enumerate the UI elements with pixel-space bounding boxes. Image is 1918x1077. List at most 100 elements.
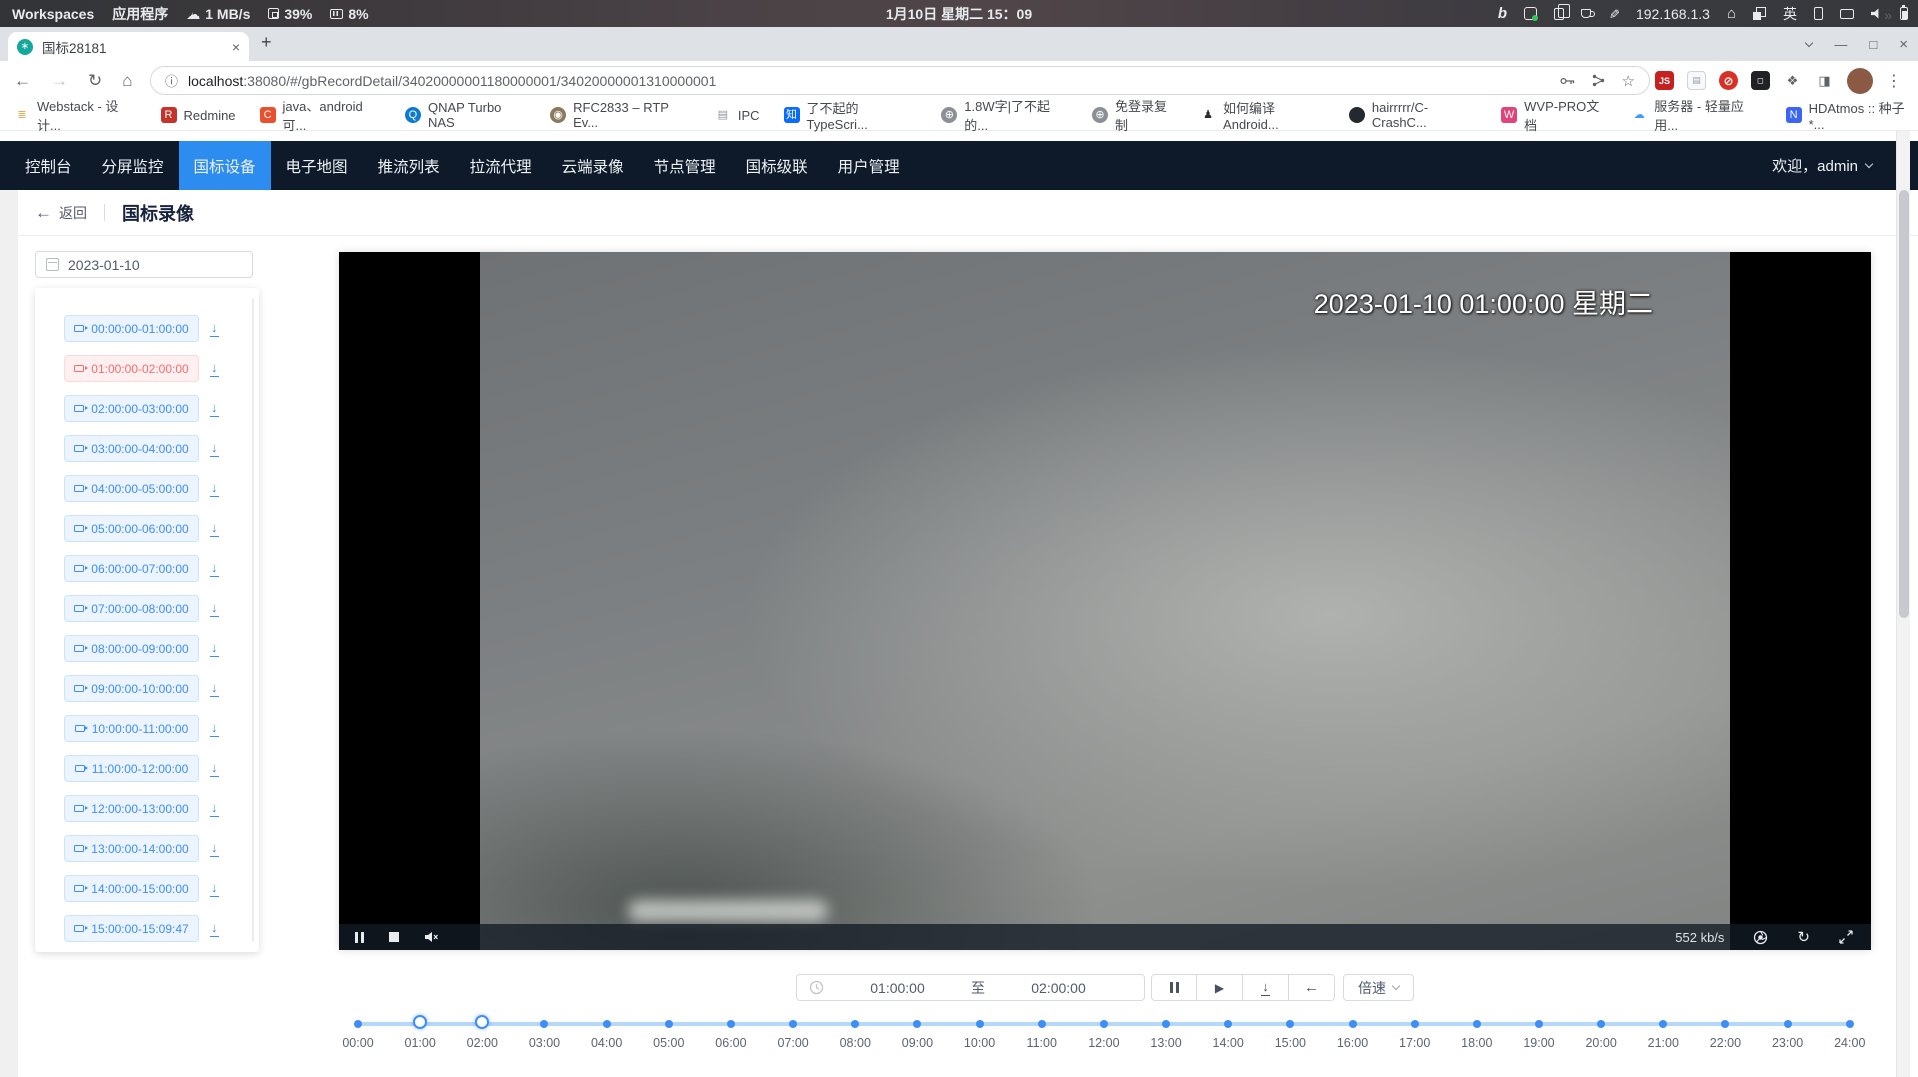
segment-button[interactable]: 15:00:00-15:09:47: [64, 915, 199, 942]
snapshot-icon[interactable]: [1753, 930, 1768, 945]
scrollbar-thumb[interactable]: [1899, 190, 1909, 618]
start-time-value[interactable]: 01:00:00: [824, 980, 971, 996]
back-nav-icon[interactable]: ←: [14, 71, 31, 91]
nav-item[interactable]: 拉流代理: [455, 141, 547, 190]
segment-download-button[interactable]: ↓: [211, 720, 218, 737]
window-maximize-icon[interactable]: □: [1869, 37, 1877, 52]
segment-button[interactable]: 01:00:00-02:00:00: [64, 355, 199, 382]
timeline-hour-dot[interactable]: [913, 1020, 921, 1028]
segment-download-button[interactable]: ↓: [211, 680, 218, 697]
page-scrollbar[interactable]: [1896, 131, 1910, 1077]
share-icon[interactable]: [1592, 74, 1605, 87]
browser-menu-icon[interactable]: ⋮: [1886, 71, 1902, 91]
segment-button[interactable]: 14:00:00-15:00:00: [64, 875, 199, 902]
input-method-indicator[interactable]: 英: [1783, 4, 1797, 24]
segment-download-button[interactable]: ↓: [211, 480, 218, 497]
bookmark-star-icon[interactable]: ☆: [1622, 72, 1635, 90]
side-panel-icon[interactable]: ◨: [1815, 71, 1834, 90]
windows-overlap-icon[interactable]: [1753, 7, 1766, 20]
fullscreen-icon[interactable]: [1839, 930, 1853, 944]
back-button[interactable]: ← 返回: [35, 203, 87, 223]
bookmark-item[interactable]: hairrrrr/C-CrashC...: [1349, 100, 1477, 130]
bookmark-item[interactable]: ⊕ 免登录复制: [1092, 96, 1176, 134]
segment-button[interactable]: 07:00:00-08:00:00: [64, 595, 199, 622]
battery-icon[interactable]: [1900, 7, 1908, 20]
segment-download-button[interactable]: ↓: [211, 840, 218, 857]
nav-item[interactable]: 云端录像: [547, 141, 639, 190]
bookmark-item[interactable]: Q QNAP Turbo NAS: [405, 100, 526, 130]
phone-link-icon[interactable]: [1814, 7, 1823, 20]
timeline-hour-dot[interactable]: [1162, 1020, 1170, 1028]
timeline-hour-dot[interactable]: [976, 1020, 984, 1028]
segment-download-button[interactable]: ↓: [211, 440, 218, 457]
timeline-hour-dot[interactable]: [1038, 1020, 1046, 1028]
timeline-hour-dot[interactable]: [665, 1020, 673, 1028]
timeline-hour-dot[interactable]: [1597, 1020, 1605, 1028]
segment-button[interactable]: 13:00:00-14:00:00: [64, 835, 199, 862]
clipboard-icon[interactable]: [1554, 8, 1564, 20]
segment-download-button[interactable]: ↓: [211, 400, 218, 417]
timeline-slider[interactable]: 00:0001:0002:0003:0004:0005:0006:0007:00…: [358, 1008, 1850, 1060]
nav-item[interactable]: 国标级联: [731, 141, 823, 190]
tab-search-chevron-icon[interactable]: [1805, 38, 1813, 46]
segment-download-button[interactable]: ↓: [211, 520, 218, 537]
browser-tab[interactable]: ∗ 国标28181 ×: [8, 32, 249, 61]
player-refresh-icon[interactable]: ↻: [1797, 930, 1810, 945]
bookmark-item[interactable]: ☁ 服务器 - 轻量应用...: [1631, 96, 1761, 134]
window-close-icon[interactable]: ×: [1899, 36, 1908, 53]
address-bar[interactable]: ⓘ localhost:38080/#/gbRecordDetail/34020…: [150, 66, 1650, 95]
timeline-hour-dot[interactable]: [727, 1020, 735, 1028]
bookmark-item[interactable]: C java、android可...: [260, 96, 381, 134]
segment-download-button[interactable]: ↓: [211, 920, 218, 937]
segment-button[interactable]: 09:00:00-10:00:00: [64, 675, 199, 702]
timeline-handle-start[interactable]: [413, 1015, 427, 1029]
segment-download-button[interactable]: ↓: [211, 560, 218, 577]
segment-button[interactable]: 12:00:00-13:00:00: [64, 795, 199, 822]
nav-item[interactable]: 用户管理: [823, 141, 915, 190]
reload-icon[interactable]: ↻: [88, 71, 102, 91]
segment-download-button[interactable]: ↓: [211, 640, 218, 657]
segment-download-button[interactable]: ↓: [211, 600, 218, 617]
segment-button[interactable]: 11:00:00-12:00:00: [64, 755, 199, 782]
segment-button[interactable]: 00:00:00-01:00:00: [64, 315, 199, 342]
video-player[interactable]: 2023-01-10 01:00:00 星期二 552 kb/s ↻: [339, 252, 1871, 950]
segment-button[interactable]: 03:00:00-04:00:00: [64, 435, 199, 462]
workspaces-button[interactable]: Workspaces: [12, 6, 94, 22]
clock[interactable]: 1月10日 星期二 15：09: [886, 4, 1032, 24]
segment-download-button[interactable]: ↓: [211, 880, 218, 897]
segment-button[interactable]: 02:00:00-03:00:00: [64, 395, 199, 422]
timeline-handle-end[interactable]: [475, 1015, 489, 1029]
tab-close-icon[interactable]: ×: [232, 39, 240, 55]
segment-download-button[interactable]: ↓: [211, 360, 218, 377]
timeline-hour-dot[interactable]: [1100, 1020, 1108, 1028]
date-picker[interactable]: 2023-01-10: [35, 251, 253, 278]
timeline-hour-dot[interactable]: [354, 1020, 362, 1028]
timeline-hour-dot[interactable]: [1286, 1020, 1294, 1028]
coffee-cup-icon[interactable]: [1581, 9, 1591, 18]
timeline-hour-dot[interactable]: [1784, 1020, 1792, 1028]
segment-download-button[interactable]: ↓: [211, 800, 218, 817]
nav-item[interactable]: 电子地图: [271, 141, 363, 190]
nav-item[interactable]: 分屏监控: [87, 141, 179, 190]
bookmark-item[interactable]: 知 了不起的 TypeScri...: [784, 98, 918, 132]
timeline-hour-dot[interactable]: [603, 1020, 611, 1028]
adblock-extension-icon[interactable]: ⊘: [1719, 71, 1738, 90]
color-picker-icon[interactable]: ✎: [1606, 8, 1622, 19]
document-extension-icon[interactable]: ▤: [1687, 71, 1706, 90]
display-icon[interactable]: [1840, 9, 1854, 19]
profile-avatar[interactable]: [1847, 68, 1873, 94]
timeline-hour-dot[interactable]: [1846, 1020, 1854, 1028]
timeline-hour-dot[interactable]: [1721, 1020, 1729, 1028]
home-icon[interactable]: ⌂: [1727, 5, 1736, 22]
pause-button[interactable]: [1151, 974, 1197, 1001]
timeline-hour-dot[interactable]: [1349, 1020, 1357, 1028]
bookmark-item[interactable]: ▤ IPC: [715, 107, 760, 123]
timeline-hour-dot[interactable]: [851, 1020, 859, 1028]
player-stop-icon[interactable]: [389, 932, 399, 942]
bookmark-item[interactable]: ⊕ 1.8W字|了不起的...: [941, 96, 1068, 134]
download-button[interactable]: ↓: [1243, 974, 1289, 1001]
timeline-hour-dot[interactable]: [1411, 1020, 1419, 1028]
bookmark-item[interactable]: W WVP-PRO文档: [1501, 96, 1607, 134]
player-pause-icon[interactable]: [355, 932, 364, 943]
seek-back-button[interactable]: ←: [1289, 974, 1335, 1001]
